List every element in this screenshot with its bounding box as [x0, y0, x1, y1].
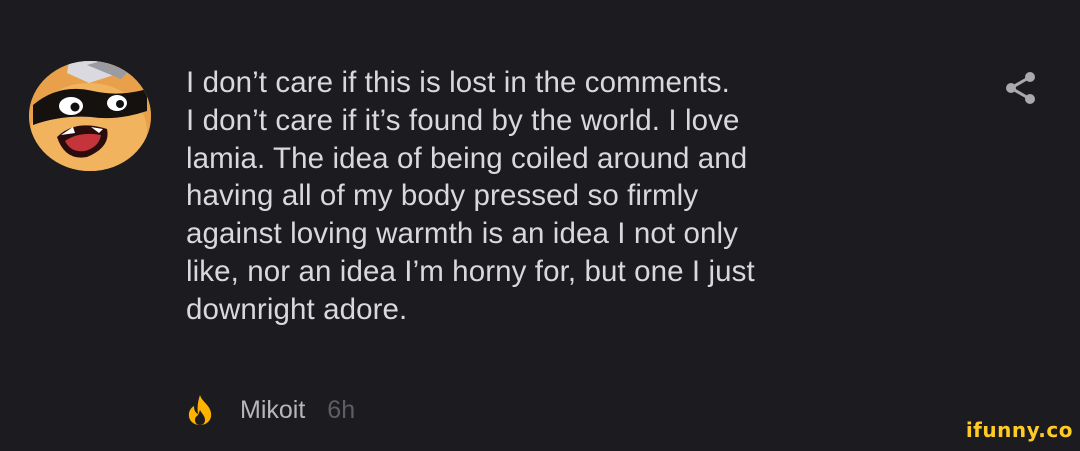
comment-author[interactable]: Mikoit — [240, 396, 305, 425]
comment-text: I don’t care if this is lost in the comm… — [186, 66, 755, 326]
cartoon-character-avatar-icon — [29, 61, 151, 171]
comment-timestamp: 6h — [327, 395, 356, 424]
comment-meta: Mikoit 6h — [186, 392, 355, 428]
fire-icon — [188, 395, 212, 425]
fire-reaction-button[interactable] — [186, 394, 214, 426]
comment-card: I don’t care if this is lost in the comm… — [0, 0, 1080, 451]
share-icon — [1006, 72, 1035, 104]
ifunny-watermark: ifunny.co — [965, 418, 1073, 442]
user-avatar[interactable] — [29, 61, 151, 171]
share-button[interactable] — [1002, 70, 1038, 106]
